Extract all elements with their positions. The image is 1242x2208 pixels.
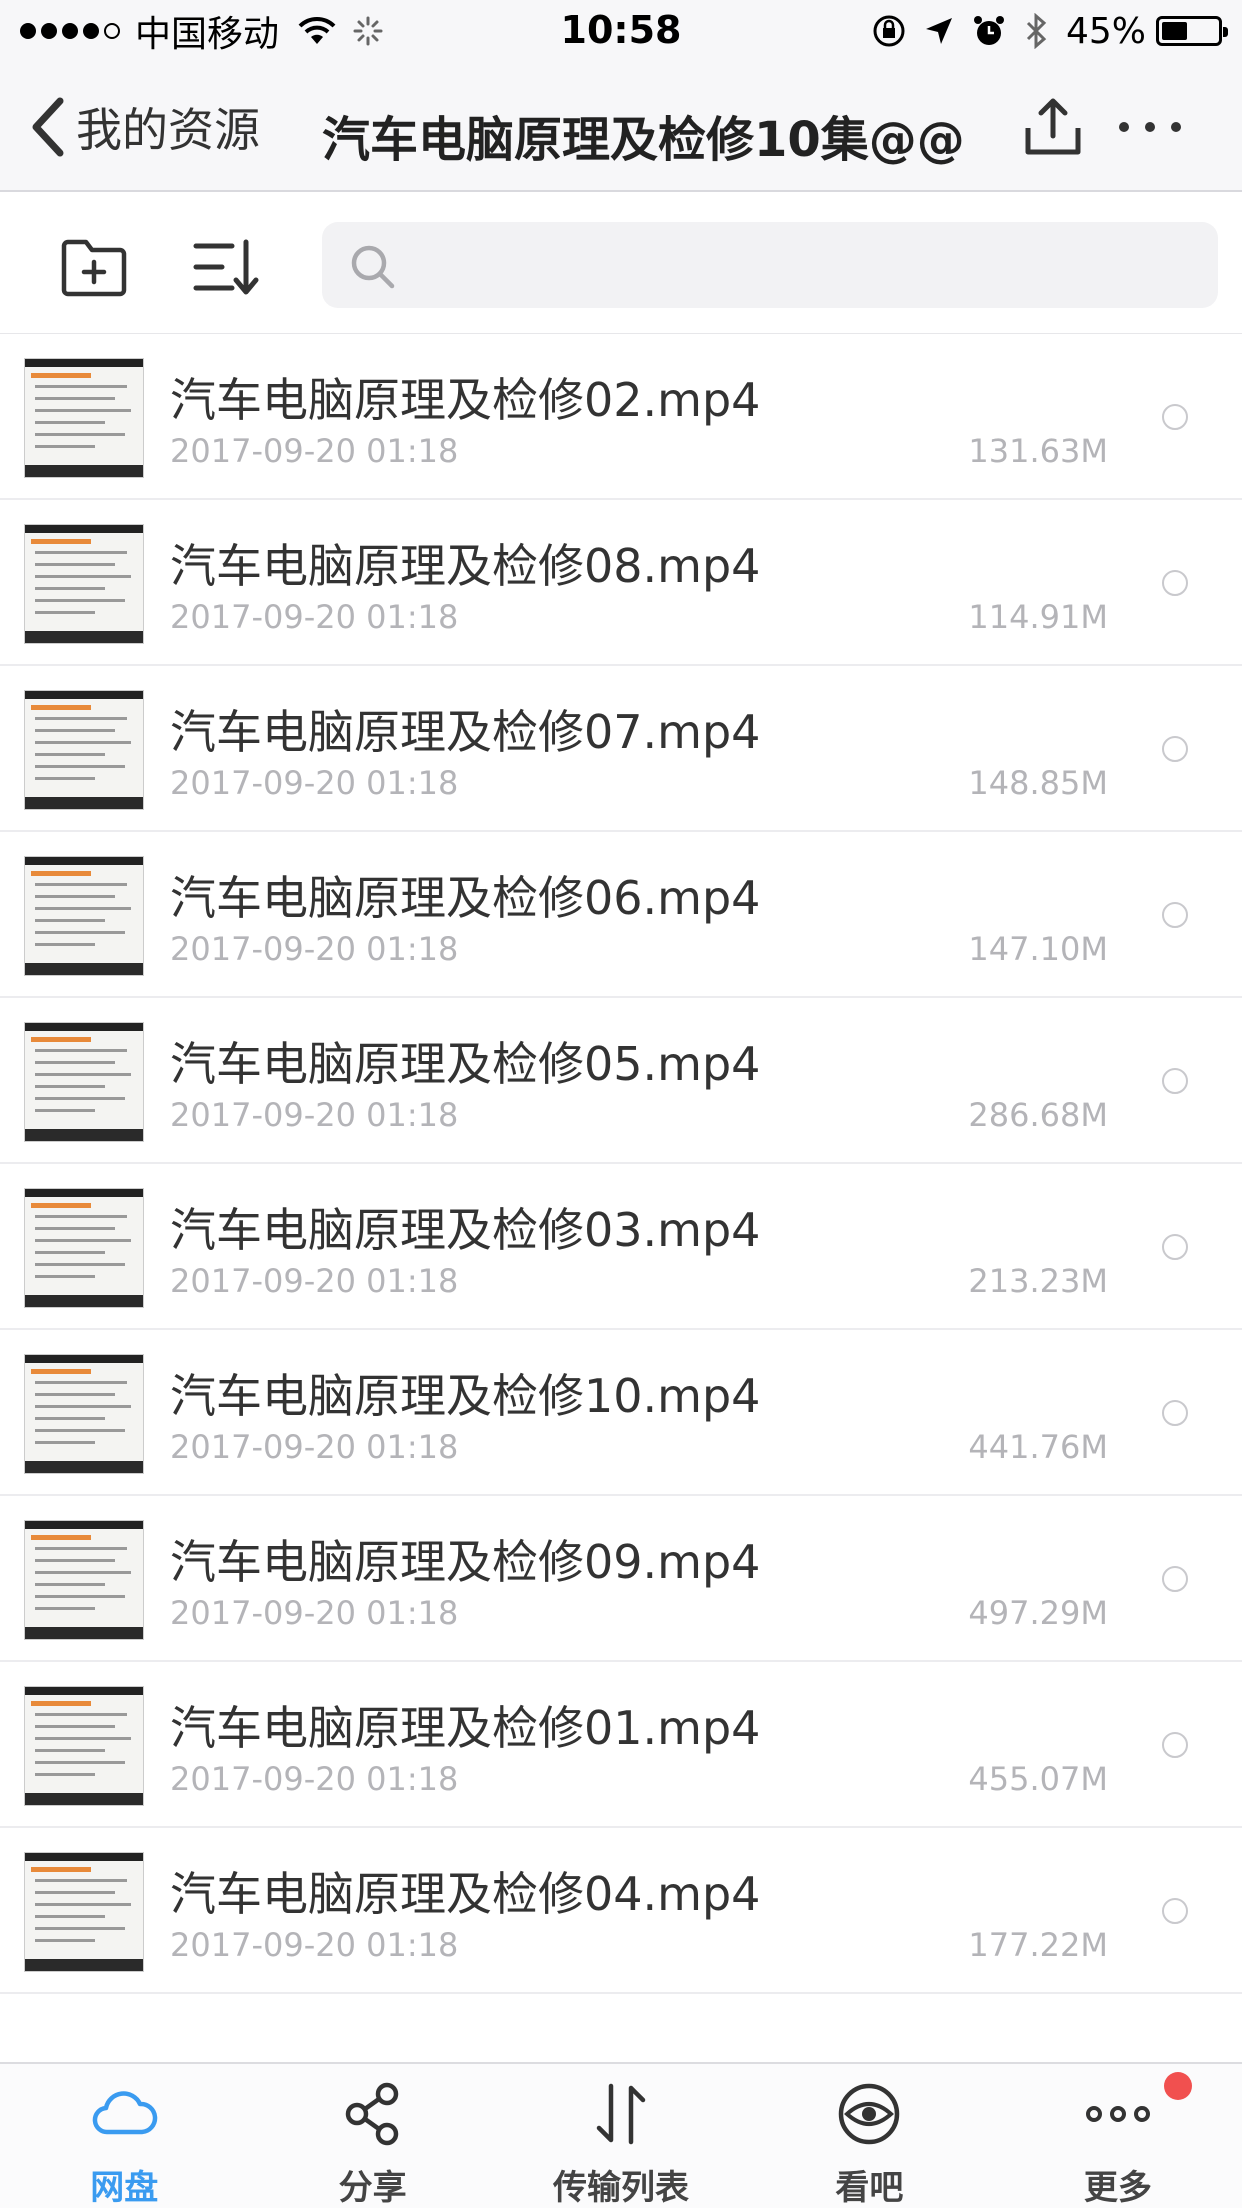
tab-watch[interactable]: 看吧: [745, 2064, 993, 2208]
file-name: 汽车电脑原理及检修03.mp4: [170, 1203, 761, 1257]
search-input[interactable]: [412, 222, 1192, 308]
tab-label: 传输列表: [553, 2168, 690, 2208]
select-radio[interactable]: [1162, 1234, 1188, 1260]
select-radio[interactable]: [1162, 1732, 1188, 1758]
select-radio[interactable]: [1162, 902, 1188, 928]
video-thumbnail: [24, 1686, 144, 1806]
file-size: 213.23M: [968, 1262, 1108, 1300]
more-icon: [1085, 2106, 1150, 2122]
video-thumbnail: [24, 1022, 144, 1142]
back-button[interactable]: 我的资源: [30, 94, 260, 160]
list-item[interactable]: 汽车电脑原理及检修03.mp4 2017-09-20 01:18 213.23M: [0, 1164, 1242, 1330]
cloud-icon: [92, 2091, 158, 2135]
list-item[interactable]: 汽车电脑原理及检修02.mp4 2017-09-20 01:18 131.63M: [0, 334, 1242, 500]
file-name: 汽车电脑原理及检修02.mp4: [170, 373, 761, 427]
list-item[interactable]: 汽车电脑原理及检修10.mp4 2017-09-20 01:18 441.76M: [0, 1330, 1242, 1496]
file-date: 2017-09-20 01:18: [170, 1594, 459, 1632]
battery-percent: 45%: [1065, 10, 1146, 52]
file-date: 2017-09-20 01:18: [170, 598, 459, 636]
list-item[interactable]: 汽车电脑原理及检修05.mp4 2017-09-20 01:18 286.68M: [0, 998, 1242, 1164]
file-size: 286.68M: [968, 1096, 1108, 1134]
search-bar[interactable]: [322, 222, 1218, 308]
video-thumbnail: [24, 690, 144, 810]
select-radio[interactable]: [1162, 1068, 1188, 1094]
video-thumbnail: [24, 856, 144, 976]
file-date: 2017-09-20 01:18: [170, 930, 459, 968]
navigation-bar: 我的资源 汽车电脑原理及检修10集@@: [0, 62, 1242, 192]
file-size: 114.91M: [968, 598, 1108, 636]
sort-icon[interactable]: [192, 236, 262, 298]
file-list: 汽车电脑原理及检修02.mp4 2017-09-20 01:18 131.63M…: [0, 334, 1242, 1994]
transfer-icon: [596, 2083, 646, 2145]
share-icon: [345, 2082, 398, 2146]
file-name: 汽车电脑原理及检修01.mp4: [170, 1701, 761, 1755]
rotation-lock-icon: [872, 14, 906, 48]
search-icon: [351, 245, 395, 289]
file-size: 147.10M: [968, 930, 1108, 968]
file-name: 汽车电脑原理及检修07.mp4: [170, 705, 761, 759]
bluetooth-icon: [1024, 13, 1048, 49]
video-thumbnail: [24, 524, 144, 644]
tab-bar: 网盘 分享 传输列表 看吧 更多: [0, 2062, 1242, 2208]
file-date: 2017-09-20 01:18: [170, 1760, 459, 1798]
list-item[interactable]: 汽车电脑原理及检修08.mp4 2017-09-20 01:18 114.91M: [0, 500, 1242, 666]
video-thumbnail: [24, 358, 144, 478]
tab-transfer-list[interactable]: 传输列表: [497, 2064, 745, 2208]
tab-netdisk[interactable]: 网盘: [0, 2064, 248, 2208]
file-name: 汽车电脑原理及检修04.mp4: [170, 1867, 761, 1921]
tab-label: 看吧: [835, 2168, 904, 2208]
list-item[interactable]: 汽车电脑原理及检修09.mp4 2017-09-20 01:18 497.29M: [0, 1496, 1242, 1662]
file-size: 441.76M: [968, 1428, 1108, 1466]
list-item[interactable]: 汽车电脑原理及检修04.mp4 2017-09-20 01:18 177.22M: [0, 1828, 1242, 1994]
location-arrow-icon: [924, 16, 954, 46]
list-item[interactable]: 汽车电脑原理及检修01.mp4 2017-09-20 01:18 455.07M: [0, 1662, 1242, 1828]
select-radio[interactable]: [1162, 1566, 1188, 1592]
select-radio[interactable]: [1162, 404, 1188, 430]
tab-label: 更多: [1083, 2168, 1152, 2208]
list-item[interactable]: 汽车电脑原理及检修07.mp4 2017-09-20 01:18 148.85M: [0, 666, 1242, 832]
file-size: 455.07M: [968, 1760, 1108, 1798]
file-name: 汽车电脑原理及检修09.mp4: [170, 1535, 761, 1589]
tab-more[interactable]: 更多: [994, 2064, 1242, 2208]
file-size: 177.22M: [968, 1926, 1108, 1964]
file-date: 2017-09-20 01:18: [170, 1926, 459, 1964]
eye-icon: [839, 2083, 900, 2145]
file-date: 2017-09-20 01:18: [170, 764, 459, 802]
file-size: 497.29M: [968, 1594, 1108, 1632]
page-title: 汽车电脑原理及检修10集@@: [322, 112, 965, 168]
tab-label: 网盘: [90, 2168, 159, 2208]
alarm-icon: [972, 14, 1006, 48]
status-indicators: 45%: [854, 10, 1228, 52]
tab-label: 分享: [338, 2168, 407, 2208]
file-size: 131.63M: [968, 432, 1108, 470]
tab-share[interactable]: 分享: [248, 2064, 496, 2208]
file-date: 2017-09-20 01:18: [170, 1262, 459, 1300]
select-radio[interactable]: [1162, 1898, 1188, 1924]
file-name: 汽车电脑原理及检修06.mp4: [170, 871, 761, 925]
chevron-left-icon: [32, 97, 64, 157]
list-item[interactable]: 汽车电脑原理及检修06.mp4 2017-09-20 01:18 147.10M: [0, 832, 1242, 998]
file-date: 2017-09-20 01:18: [170, 1096, 459, 1134]
video-thumbnail: [24, 1852, 144, 1972]
status-bar: 中国移动 10:58 45%: [0, 0, 1242, 62]
upload-share-icon[interactable]: [1022, 96, 1084, 158]
file-date: 2017-09-20 01:18: [170, 1428, 459, 1466]
file-date: 2017-09-20 01:18: [170, 432, 459, 470]
video-thumbnail: [24, 1188, 144, 1308]
file-name: 汽车电脑原理及检修05.mp4: [170, 1037, 761, 1091]
new-folder-icon[interactable]: [60, 236, 128, 298]
select-radio[interactable]: [1162, 1400, 1188, 1426]
video-thumbnail: [24, 1520, 144, 1640]
video-thumbnail: [24, 1354, 144, 1474]
file-name: 汽车电脑原理及检修08.mp4: [170, 539, 761, 593]
back-label: 我的资源: [76, 103, 260, 157]
more-options-icon[interactable]: [1110, 96, 1190, 158]
battery-icon: [1156, 16, 1228, 46]
notification-badge: [1163, 2072, 1192, 2100]
select-radio[interactable]: [1162, 736, 1188, 762]
select-radio[interactable]: [1162, 570, 1188, 596]
file-name: 汽车电脑原理及检修10.mp4: [170, 1369, 761, 1423]
toolbar: [0, 192, 1242, 334]
file-size: 148.85M: [968, 764, 1108, 802]
